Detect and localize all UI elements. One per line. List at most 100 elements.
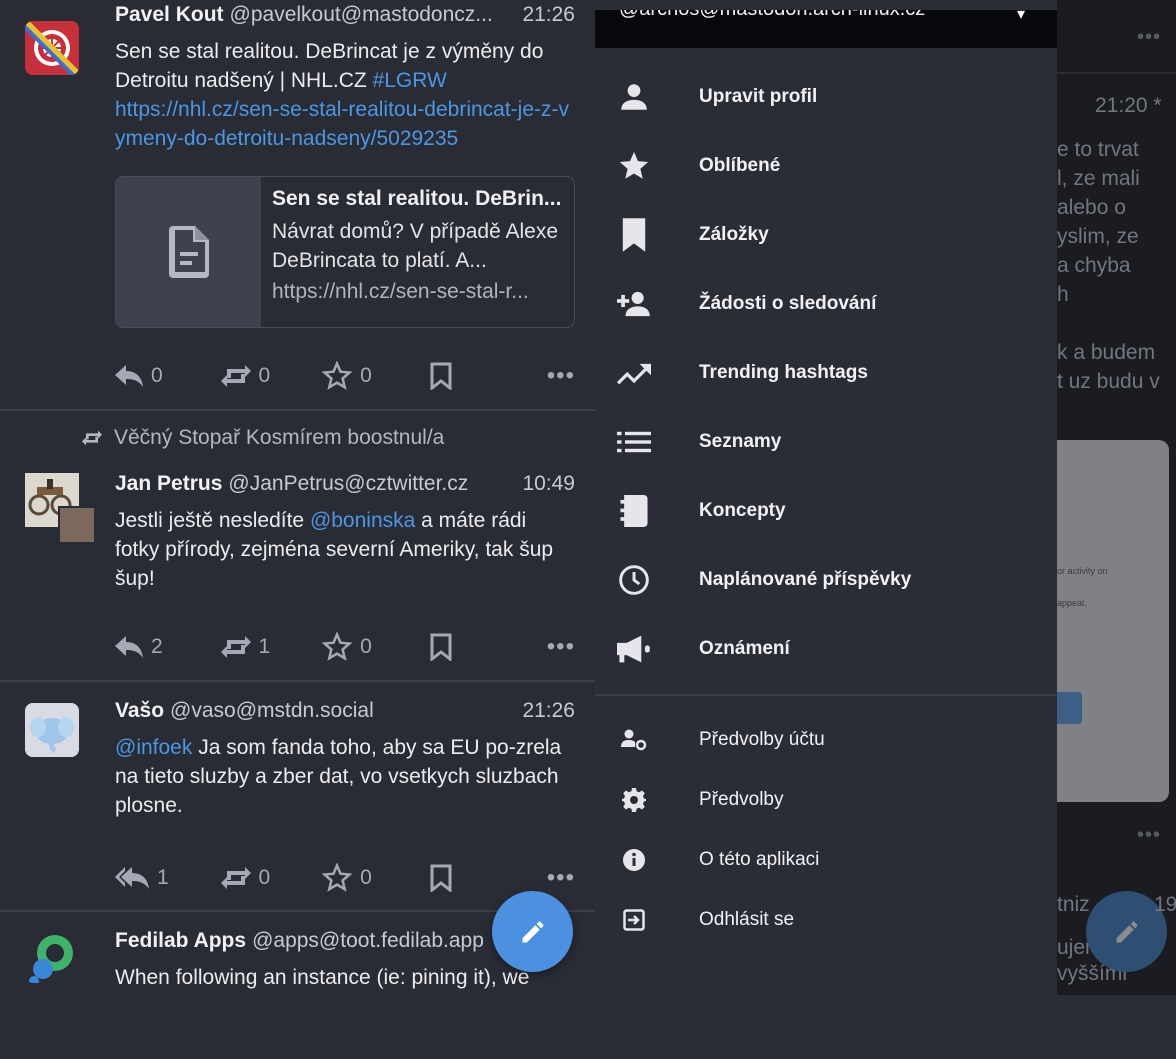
post-time: 10:49 xyxy=(522,472,575,495)
post-content: Jestli ještě nesledíte @boninska a máte … xyxy=(115,506,575,593)
trending-icon xyxy=(617,356,651,390)
reply-all-button[interactable]: 1 xyxy=(115,866,221,890)
menu-item-logout[interactable]: Odhlásit se xyxy=(595,891,1057,949)
menu-item-label: Koncepty xyxy=(699,500,786,521)
menu-item-preferences[interactable]: Předvolby xyxy=(595,771,1057,829)
menu-item-edit-profile[interactable]: Upravit profil xyxy=(595,68,1057,126)
menu-item-follow-requests[interactable]: Žádosti o sledování xyxy=(595,275,1057,333)
mention-link[interactable]: @infoek xyxy=(115,736,192,759)
card-description: Návrat domů? V případě Alexe DeBrincata … xyxy=(272,220,559,272)
avatar[interactable] xyxy=(25,21,79,75)
menu-item-announcements[interactable]: Oznámení xyxy=(595,620,1057,678)
more-options-button[interactable]: ••• xyxy=(547,633,575,661)
star-outline-icon xyxy=(322,863,353,892)
star-outline-icon xyxy=(322,361,353,390)
boost-button[interactable]: 0 xyxy=(220,863,323,893)
display-name[interactable]: Fedilab Apps xyxy=(115,929,246,953)
reply-count: 0 xyxy=(151,364,163,387)
menu-item-account-preferences[interactable]: Předvolby účtu xyxy=(595,711,1057,769)
post-text: l, ze mali xyxy=(1057,167,1140,190)
boost-count: 1 xyxy=(258,635,271,658)
more-options-button[interactable]: ••• xyxy=(547,864,575,892)
post-text: yslim, ze xyxy=(1057,225,1139,248)
person-icon xyxy=(617,80,651,114)
menu-item-label: Odhlásit se xyxy=(699,909,795,930)
reply-icon xyxy=(115,636,143,658)
hashtag-link[interactable]: #LGRW xyxy=(373,69,447,92)
account-handle: @pavelkout@mastodoncz... xyxy=(229,3,493,26)
link-preview-card[interactable]: Sen se stal realitou. DeBrin... Návrat d… xyxy=(115,176,575,328)
reply-all-icon xyxy=(115,867,149,889)
menu-item-label: Oblíbené xyxy=(699,155,781,176)
display-name[interactable]: Vašo xyxy=(115,699,164,723)
bottom-bar xyxy=(0,995,1176,1059)
post-text: k a budem xyxy=(1057,341,1156,364)
bookmark-button[interactable] xyxy=(430,633,547,661)
menu-item-lists[interactable]: Seznamy xyxy=(595,413,1057,471)
boost-icon xyxy=(220,867,251,889)
document-icon xyxy=(168,226,209,278)
post-text: Sen se stal realitou. DeBrincat je z vým… xyxy=(115,40,544,92)
display-name[interactable]: Jan Petrus xyxy=(115,472,222,496)
post-content: Sen se stal realitou. DeBrincat je z vým… xyxy=(115,37,575,153)
info-icon xyxy=(617,843,651,877)
compose-button[interactable] xyxy=(492,891,573,972)
reply-count: 1 xyxy=(157,866,169,889)
bookmark-icon xyxy=(617,218,651,252)
favourite-button[interactable]: 0 xyxy=(322,632,429,662)
menu-item-about[interactable]: O této aplikaci xyxy=(595,831,1057,889)
post-actions: 2 1 0 ••• xyxy=(115,627,575,667)
bookmark-button[interactable] xyxy=(430,864,547,892)
boost-icon xyxy=(220,636,251,658)
menu-item-favourites[interactable]: Oblíbené xyxy=(595,137,1057,195)
booster-avatar[interactable] xyxy=(58,506,96,544)
more-options-icon: ••• xyxy=(1137,26,1162,48)
more-options-button[interactable]: ••• xyxy=(547,362,575,390)
chevron-down-icon[interactable]: ▾ xyxy=(1017,10,1025,24)
post-text: h xyxy=(1057,283,1069,306)
post-content: @infoek Ja som fanda toho, aby sa EU po-… xyxy=(115,733,575,820)
reply-button[interactable]: 2 xyxy=(115,635,221,659)
image-text: or activity on xyxy=(1057,566,1108,576)
more-options-icon: ••• xyxy=(1137,824,1162,846)
gear-icon xyxy=(617,783,651,817)
status-post[interactable]: Vašo @vaso@mstdn.social 21:26 @infoek Ja… xyxy=(0,682,595,910)
account-settings-icon xyxy=(617,723,651,757)
boost-button[interactable]: 0 xyxy=(220,361,323,391)
drawer-account-handle[interactable]: @archos@mastodon.arch-linux.cz xyxy=(619,10,925,21)
favourite-button[interactable]: 0 xyxy=(322,361,429,391)
url-link[interactable]: https://nhl.cz/sen-se-stal-realitou-debr… xyxy=(115,98,569,150)
home-timeline[interactable]: Pavel Kout @pavelkout@mastodoncz... 21:2… xyxy=(0,0,595,995)
navigation-drawer: @archos@mastodon.arch-linux.cz ▾ Upravit… xyxy=(595,0,1057,995)
display-name[interactable]: Pavel Kout xyxy=(115,3,224,27)
megaphone-icon xyxy=(617,632,651,666)
card-thumbnail xyxy=(116,177,261,327)
boosted-by-note: Věčný Stopař Kosmírem boostnul/a xyxy=(82,426,444,450)
status-post[interactable]: Pavel Kout @pavelkout@mastodoncz... 21:2… xyxy=(0,0,595,410)
drawer-header[interactable]: @archos@mastodon.arch-linux.cz ▾ xyxy=(595,10,1057,48)
favourite-button[interactable]: 0 xyxy=(322,863,429,893)
menu-item-scheduled-posts[interactable]: Naplánované příspěvky xyxy=(595,551,1057,609)
menu-item-drafts[interactable]: Koncepty xyxy=(595,482,1057,540)
image-text: appeal. xyxy=(1057,598,1087,608)
menu-item-trending-hashtags[interactable]: Trending hashtags xyxy=(595,344,1057,402)
avatar[interactable] xyxy=(25,703,79,757)
menu-item-label: O této aplikaci xyxy=(699,849,820,870)
reply-icon xyxy=(115,365,143,387)
image-button xyxy=(1057,692,1082,724)
boost-button[interactable]: 1 xyxy=(220,632,323,662)
avatar[interactable] xyxy=(25,929,79,983)
account-handle: @JanPetrus@cztwitter.cz xyxy=(228,472,469,495)
card-url: https://nhl.cz/sen-se-stal-r... xyxy=(272,280,529,303)
post-actions: 0 0 0 ••• xyxy=(115,356,575,396)
post-text: Jestli ještě nesledíte xyxy=(115,509,310,532)
reply-button[interactable]: 0 xyxy=(115,364,221,388)
post-text: t uz budu v xyxy=(1057,370,1160,393)
drawer-scrim[interactable]: ••• 21:20 * e to trvat l, ze mali alebo … xyxy=(1057,0,1176,995)
bookmark-button[interactable] xyxy=(430,362,547,390)
favourite-count: 0 xyxy=(360,866,372,889)
status-post[interactable]: Věčný Stopař Kosmírem boostnul/a Jan Pet… xyxy=(0,411,595,681)
menu-item-bookmarks[interactable]: Záložky xyxy=(595,206,1057,264)
mention-link[interactable]: @boninska xyxy=(310,509,415,532)
drafts-icon xyxy=(617,494,651,528)
